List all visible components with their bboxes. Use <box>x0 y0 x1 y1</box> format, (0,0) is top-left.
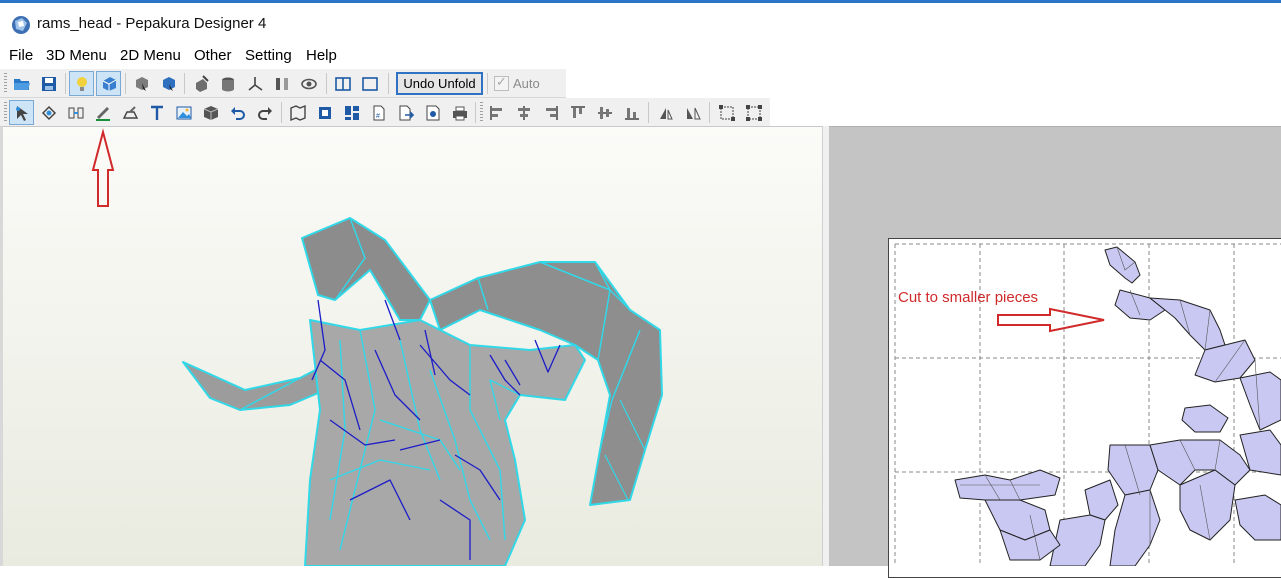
canvas-overlay <box>91 128 1281 566</box>
annotation-up-arrow <box>91 128 115 207</box>
cut-annotation-text: Cut to smaller pieces <box>898 289 1039 306</box>
ram-head-3d-model[interactable] <box>182 217 663 566</box>
annotation-right-arrow <box>997 307 1105 333</box>
